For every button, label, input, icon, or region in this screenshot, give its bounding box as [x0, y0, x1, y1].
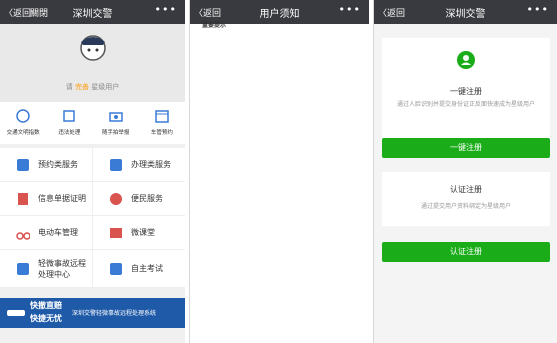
service-remote-accident[interactable]: 轻微事故远程处理中心	[0, 250, 93, 287]
accident-icon	[17, 262, 29, 275]
star-user-prompt[interactable]: 请 完善 星级用户	[0, 82, 185, 92]
card-description: 通过人脸识别并提交身份证正反面快速成为星级用户	[396, 101, 535, 108]
processing-icon	[110, 158, 122, 171]
card-title: 认证注册	[450, 185, 482, 194]
car-icon	[7, 310, 25, 316]
notice-screen: 〈返回 用户须知 ••• 重要提示	[189, 0, 369, 343]
exam-icon	[110, 262, 122, 275]
quick-actions: 交通文明指数 违法处理 随手拍举报 车管预约	[0, 102, 185, 144]
more-menu-button[interactable]: •••	[339, 3, 361, 16]
police-mascot-icon	[80, 35, 106, 61]
convenience-icon	[110, 192, 122, 205]
traffic-index-icon	[16, 109, 30, 123]
nav-bar: 〈返回 深圳交警 •••	[374, 0, 557, 24]
service-ebike[interactable]: 电动车管理	[0, 216, 93, 249]
certified-register-button[interactable]: 认证注册	[382, 242, 550, 262]
service-grid: 预约类服务 办理类服务 信息单据证明 便民服务 电动车管理 微课堂 轻微事故远程…	[0, 148, 185, 288]
service-self-exam[interactable]: 自主考试	[93, 250, 185, 287]
service-convenience[interactable]: 便民服务	[93, 182, 185, 215]
camera-icon	[108, 112, 123, 122]
one-click-register-button[interactable]: 一键注册	[382, 138, 550, 158]
home-screen: 〈返回 關閉 深圳交警 ••• 请 完善 星级用户 交通文明指数 违法处理 随手…	[0, 0, 185, 343]
face-id-icon	[457, 51, 475, 69]
service-appointment[interactable]: 预约类服务	[0, 148, 93, 181]
service-certificates[interactable]: 信息单据证明	[0, 182, 93, 215]
appointment-icon	[17, 158, 29, 171]
level-highlight: 完善	[75, 83, 89, 91]
more-menu-button[interactable]: •••	[527, 3, 549, 16]
accident-system-banner[interactable]: 快撤直赔 快捷无忧 深圳交警轻微事故远程处理系统	[0, 298, 185, 328]
back-button[interactable]: 〈返回	[194, 6, 221, 19]
quick-traffic-index[interactable]: 交通文明指数	[0, 102, 46, 144]
violation-icon	[63, 110, 76, 122]
card-description: 通过提交用户资料绑定为星级用户	[420, 203, 511, 210]
close-button[interactable]: 關閉	[30, 6, 48, 19]
certified-register-card: 认证注册 通过提交用户资料绑定为星级用户	[382, 172, 550, 226]
card-title: 一键注册	[450, 87, 482, 96]
more-menu-button[interactable]: •••	[155, 3, 177, 16]
document-icon	[18, 192, 28, 205]
one-click-register-card: 一键注册 通过人脸识别并提交身份证正反面快速成为星级用户	[382, 38, 550, 138]
back-button[interactable]: 〈返回	[4, 6, 31, 19]
register-screen: 〈返回 深圳交警 ••• 一键注册 通过人脸识别并提交身份证正反面快速成为星级用…	[373, 0, 557, 343]
quick-violation[interactable]: 违法处理	[46, 102, 92, 144]
notice-heading: 重要提示	[202, 22, 227, 29]
quick-appointment[interactable]: 车管预约	[139, 102, 185, 144]
ebike-icon	[16, 231, 30, 240]
service-processing[interactable]: 办理类服务	[93, 148, 185, 181]
nav-bar: 〈返回 關閉 深圳交警 •••	[0, 0, 185, 24]
notice-body: 重要提示	[202, 20, 362, 31]
back-button[interactable]: 〈返回	[378, 6, 405, 19]
video-icon	[110, 227, 122, 238]
service-microclass[interactable]: 微课堂	[93, 216, 185, 249]
calendar-icon	[155, 110, 169, 123]
quick-report[interactable]: 随手拍举报	[93, 102, 139, 144]
user-header: 请 完善 星级用户	[0, 24, 185, 102]
